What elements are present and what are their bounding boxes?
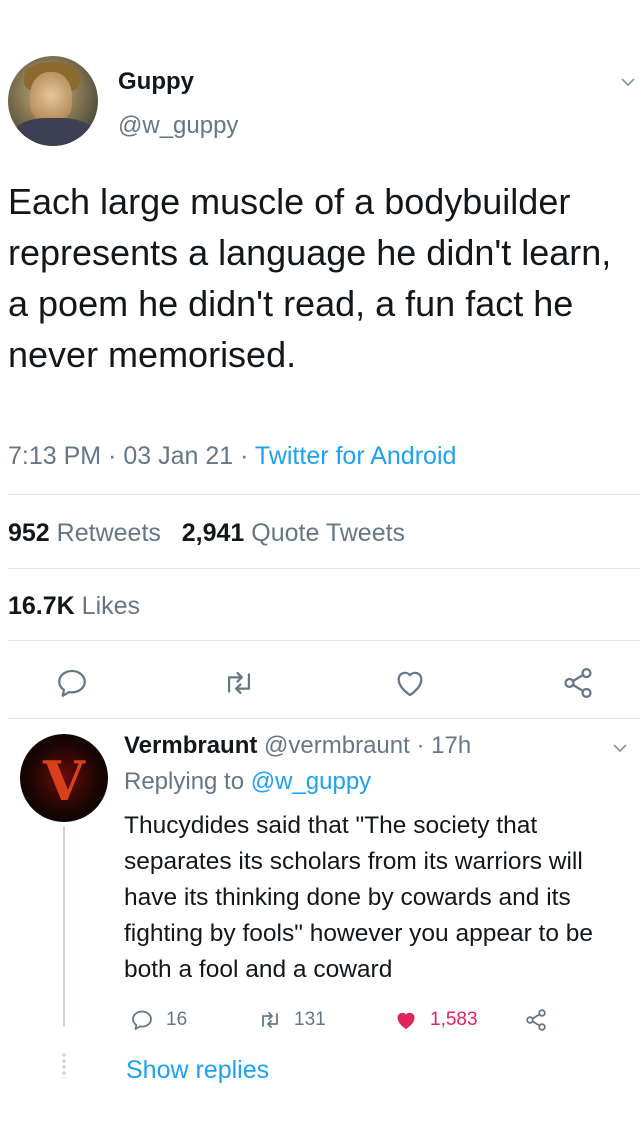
reply-author-name[interactable]: Vermbraunt: [124, 732, 257, 759]
replying-mention[interactable]: @w_guppy: [251, 768, 371, 795]
thread-dots: [61, 1052, 67, 1078]
reply-icon[interactable]: [55, 666, 89, 700]
reply-age: 17h: [431, 732, 472, 759]
replying-to: Replying to @w_guppy: [124, 768, 371, 796]
share-icon: [526, 1009, 546, 1031]
reply-count: 16: [166, 1009, 188, 1030]
retweet-icon[interactable]: [222, 666, 256, 700]
reply-icon: [132, 1010, 152, 1030]
quotes-label: Quote Tweets: [251, 519, 406, 547]
divider: [8, 494, 640, 495]
meta-separator: ·: [233, 442, 255, 470]
chevron-down-icon[interactable]: [612, 740, 628, 756]
share-icon[interactable]: [561, 666, 595, 700]
tweet-date: 03 Jan 21: [123, 442, 234, 470]
replying-prefix: Replying to: [124, 768, 245, 795]
avatar-letter: V: [42, 749, 86, 813]
thread-line: [63, 826, 65, 1026]
reply-reply-button[interactable]: 16: [130, 1008, 187, 1032]
likes-stat[interactable]: 16.7K Likes: [8, 592, 140, 621]
divider: [8, 568, 640, 569]
reply-like-button[interactable]: 1,583: [394, 1008, 478, 1032]
retweets-label: Retweets: [56, 519, 161, 547]
author-name[interactable]: Guppy: [118, 68, 194, 96]
heart-icon[interactable]: [393, 666, 427, 700]
tweet-text: Each large muscle of a bodybuilder repre…: [8, 181, 612, 375]
author-avatar[interactable]: [8, 56, 98, 146]
chevron-down-icon[interactable]: [620, 74, 636, 90]
tweet-source-link[interactable]: Twitter for Android: [255, 442, 456, 470]
author-handle[interactable]: @w_guppy: [118, 112, 238, 140]
retweets-stat[interactable]: 952 Retweets: [8, 519, 161, 547]
quotes-stat[interactable]: 2,941 Quote Tweets: [182, 519, 405, 547]
divider: [8, 718, 640, 719]
reply-text: Thucydides said that "The society that s…: [124, 812, 594, 983]
reply-header: Vermbraunt @vermbraunt · 17h: [124, 732, 471, 760]
show-replies-link[interactable]: Show replies: [126, 1056, 269, 1085]
reply-retweet-button[interactable]: 131: [258, 1008, 326, 1032]
retweet-icon: [262, 1012, 278, 1028]
reply-author-handle[interactable]: @vermbraunt: [264, 732, 410, 759]
tweet-meta: 7:13 PM · 03 Jan 21 · Twitter for Androi…: [8, 442, 456, 471]
like-count: 1,583: [430, 1009, 478, 1030]
engagement-stats: 952 Retweets 2,941 Quote Tweets: [8, 519, 405, 548]
heart-icon: [397, 1012, 415, 1029]
likes-count: 16.7K: [8, 592, 75, 620]
likes-label: Likes: [81, 592, 141, 620]
divider: [8, 640, 640, 641]
retweets-count: 952: [8, 519, 50, 547]
reply-avatar[interactable]: V: [20, 734, 108, 822]
quotes-count: 2,941: [181, 519, 245, 547]
meta-separator: ·: [409, 732, 432, 759]
reply-share-button[interactable]: [524, 1008, 548, 1032]
tweet-time: 7:13 PM: [8, 442, 102, 470]
meta-separator: ·: [101, 442, 124, 470]
retweet-count: 131: [294, 1009, 326, 1030]
